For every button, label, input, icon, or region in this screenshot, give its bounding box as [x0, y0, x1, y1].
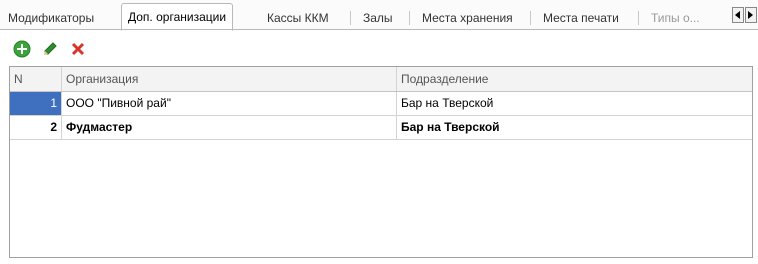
add-button[interactable]	[12, 39, 32, 59]
tab-cash-registers[interactable]: Кассы ККМ	[261, 8, 335, 28]
table-row[interactable]: 1 ООО "Пивной рай" Бар на Тверской	[10, 92, 752, 116]
delete-button[interactable]	[68, 39, 88, 59]
tab-separator	[350, 11, 351, 25]
tab-modifiers[interactable]: Модификаторы	[2, 8, 100, 28]
toolbar	[12, 38, 88, 60]
delete-icon	[71, 42, 85, 56]
edit-button[interactable]	[40, 39, 60, 59]
row-organization: ООО "Пивной рай"	[62, 92, 397, 115]
tab-storage-places[interactable]: Места хранения	[416, 8, 519, 28]
tab-strip: Модификаторы Доп. организации Кассы ККМ …	[0, 0, 758, 31]
column-header-organization[interactable]: Организация	[62, 67, 397, 91]
tab-types[interactable]: Типы о...	[645, 8, 706, 28]
scroll-right-button[interactable]	[745, 7, 757, 23]
tab-separator	[638, 11, 639, 25]
row-number: 1	[10, 92, 62, 115]
tab-additional-organizations[interactable]: Доп. организации	[121, 3, 234, 31]
tab-separator	[530, 11, 531, 25]
add-icon	[13, 40, 31, 58]
tab-halls[interactable]: Залы	[357, 8, 399, 28]
row-department: Бар на Тверской	[401, 120, 500, 134]
column-header-department[interactable]: Подразделение	[397, 67, 752, 91]
chevron-left-icon	[735, 11, 740, 19]
table-row[interactable]: 2 Фудмастер Бар на Тверской	[10, 116, 752, 140]
tab-scroll-arrows	[732, 7, 758, 24]
tab-print-places[interactable]: Места печати	[537, 8, 625, 28]
organizations-table: N Организация Подразделение 1 ООО "Пивно…	[9, 66, 753, 258]
scroll-left-button[interactable]	[732, 7, 744, 23]
row-department: Бар на Тверской	[401, 96, 494, 110]
row-number: 2	[10, 116, 62, 139]
row-organization: Фудмастер	[62, 116, 397, 139]
tab-separator	[409, 11, 410, 25]
chevron-right-icon	[748, 11, 753, 19]
table-header: N Организация Подразделение	[10, 67, 752, 92]
tab-underline	[0, 29, 758, 30]
pencil-icon	[44, 42, 57, 55]
column-header-number[interactable]: N	[10, 67, 62, 91]
